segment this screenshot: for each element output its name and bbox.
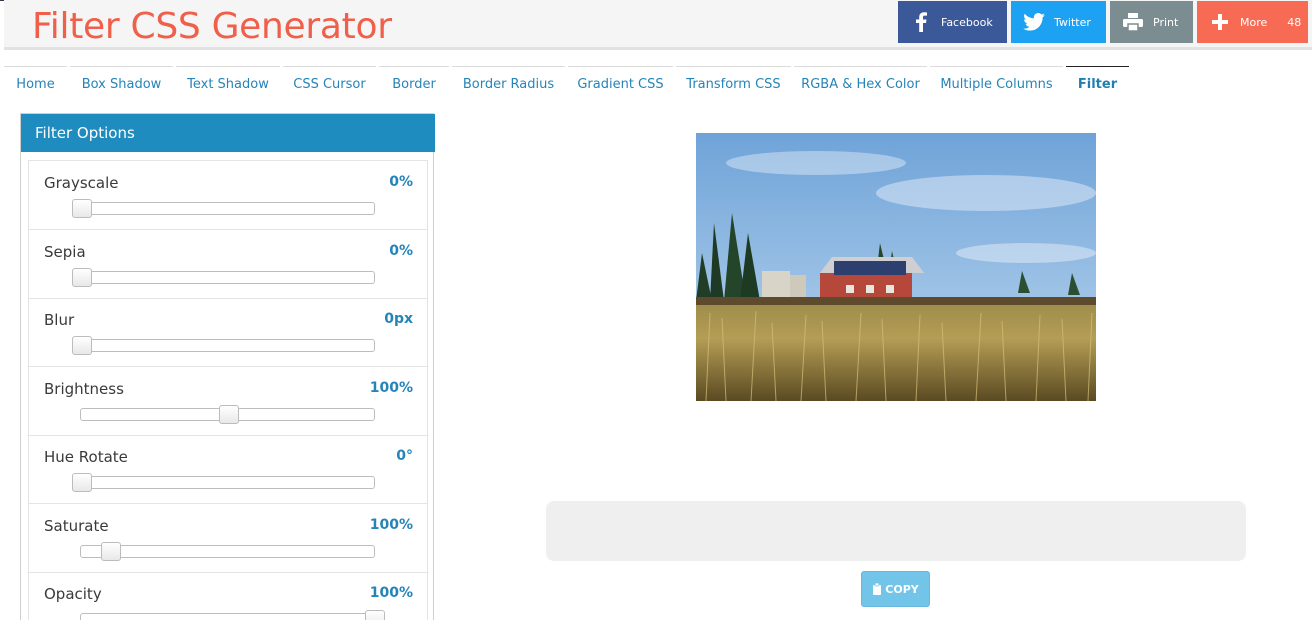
slider-thumb[interactable] (72, 473, 92, 492)
option-label: Blur (44, 311, 75, 329)
nav-item-home[interactable]: Home (4, 66, 67, 102)
option-value: 100% (369, 380, 413, 396)
nav-item-transform-css[interactable]: Transform CSS (676, 66, 791, 102)
slider-thumb[interactable] (72, 268, 92, 287)
share-count: 48 (1287, 15, 1302, 29)
option-label: Saturate (44, 517, 109, 535)
option-value: 100% (369, 517, 413, 533)
brightness-slider[interactable] (80, 405, 375, 424)
option-value: 0% (389, 174, 413, 190)
facebook-icon (909, 10, 933, 34)
printer-icon (1121, 10, 1145, 34)
nav-item-text-shadow[interactable]: Text Shadow (176, 66, 280, 102)
facebook-label: Facebook (941, 15, 993, 29)
nav-item-box-shadow[interactable]: Box Shadow (70, 66, 173, 102)
slider-thumb[interactable] (72, 199, 92, 218)
option-sepia: Sepia 0% (29, 230, 427, 299)
copy-button[interactable]: COPY (861, 571, 930, 607)
option-brightness: Brightness 100% (29, 367, 427, 436)
option-value: 100% (369, 585, 413, 601)
blur-slider[interactable] (72, 336, 375, 355)
option-label: Brightness (44, 380, 124, 398)
option-value: 0% (389, 243, 413, 259)
option-value: 0px (384, 311, 413, 327)
slider-thumb[interactable] (365, 610, 385, 620)
twitter-share-button[interactable]: Twitter (1011, 1, 1106, 43)
nav-item-rgba-hex-color[interactable]: RGBA & Hex Color (794, 66, 927, 102)
option-label: Sepia (44, 243, 86, 261)
main-nav: Home Box Shadow Text Shadow CSS Cursor B… (0, 66, 1312, 102)
saturate-slider[interactable] (80, 542, 375, 561)
option-label: Hue Rotate (44, 448, 128, 466)
option-grayscale: Grayscale 0% (29, 161, 427, 230)
panel-title: Filter Options (21, 114, 435, 152)
hue-rotate-slider[interactable] (72, 473, 375, 492)
nav-item-border-radius[interactable]: Border Radius (452, 66, 565, 102)
option-hue-rotate: Hue Rotate 0° (29, 435, 427, 504)
css-output-box[interactable] (546, 501, 1246, 561)
option-value: 0° (396, 448, 413, 464)
nav-item-filter[interactable]: Filter (1066, 66, 1129, 102)
facebook-share-button[interactable]: Facebook (898, 1, 1007, 43)
option-label: Opacity (44, 585, 102, 603)
print-label: Print (1153, 15, 1179, 29)
twitter-label: Twitter (1054, 15, 1091, 29)
nav-item-border[interactable]: Border (379, 66, 449, 102)
options-list: Grayscale 0% Sepia 0% Blur 0px Brightnes… (28, 160, 428, 620)
slider-thumb[interactable] (218, 405, 239, 424)
slider-thumb[interactable] (72, 336, 92, 355)
copy-label: COPY (885, 582, 919, 596)
option-blur: Blur 0px (29, 298, 427, 367)
option-opacity: Opacity 100% (29, 572, 427, 620)
sepia-slider[interactable] (72, 268, 375, 287)
option-saturate: Saturate 100% (29, 504, 427, 573)
more-share-button[interactable]: More 48 (1197, 1, 1308, 43)
nav-item-gradient-css[interactable]: Gradient CSS (568, 66, 673, 102)
filter-options-panel: Filter Options Grayscale 0% Sepia 0% Blu… (20, 113, 435, 620)
preview-image (696, 133, 1096, 401)
nav-item-multiple-columns[interactable]: Multiple Columns (930, 66, 1063, 102)
more-label: More (1240, 15, 1268, 29)
opacity-slider[interactable] (80, 610, 385, 620)
clipboard-icon (872, 583, 882, 595)
slider-thumb[interactable] (101, 542, 122, 561)
print-button[interactable]: Print (1110, 1, 1193, 43)
plus-icon (1208, 10, 1232, 34)
grayscale-slider[interactable] (72, 199, 375, 218)
twitter-icon (1022, 10, 1046, 34)
nav-item-css-cursor[interactable]: CSS Cursor (283, 66, 376, 102)
site-title[interactable]: Filter CSS Generator (32, 6, 392, 47)
option-label: Grayscale (44, 174, 119, 192)
